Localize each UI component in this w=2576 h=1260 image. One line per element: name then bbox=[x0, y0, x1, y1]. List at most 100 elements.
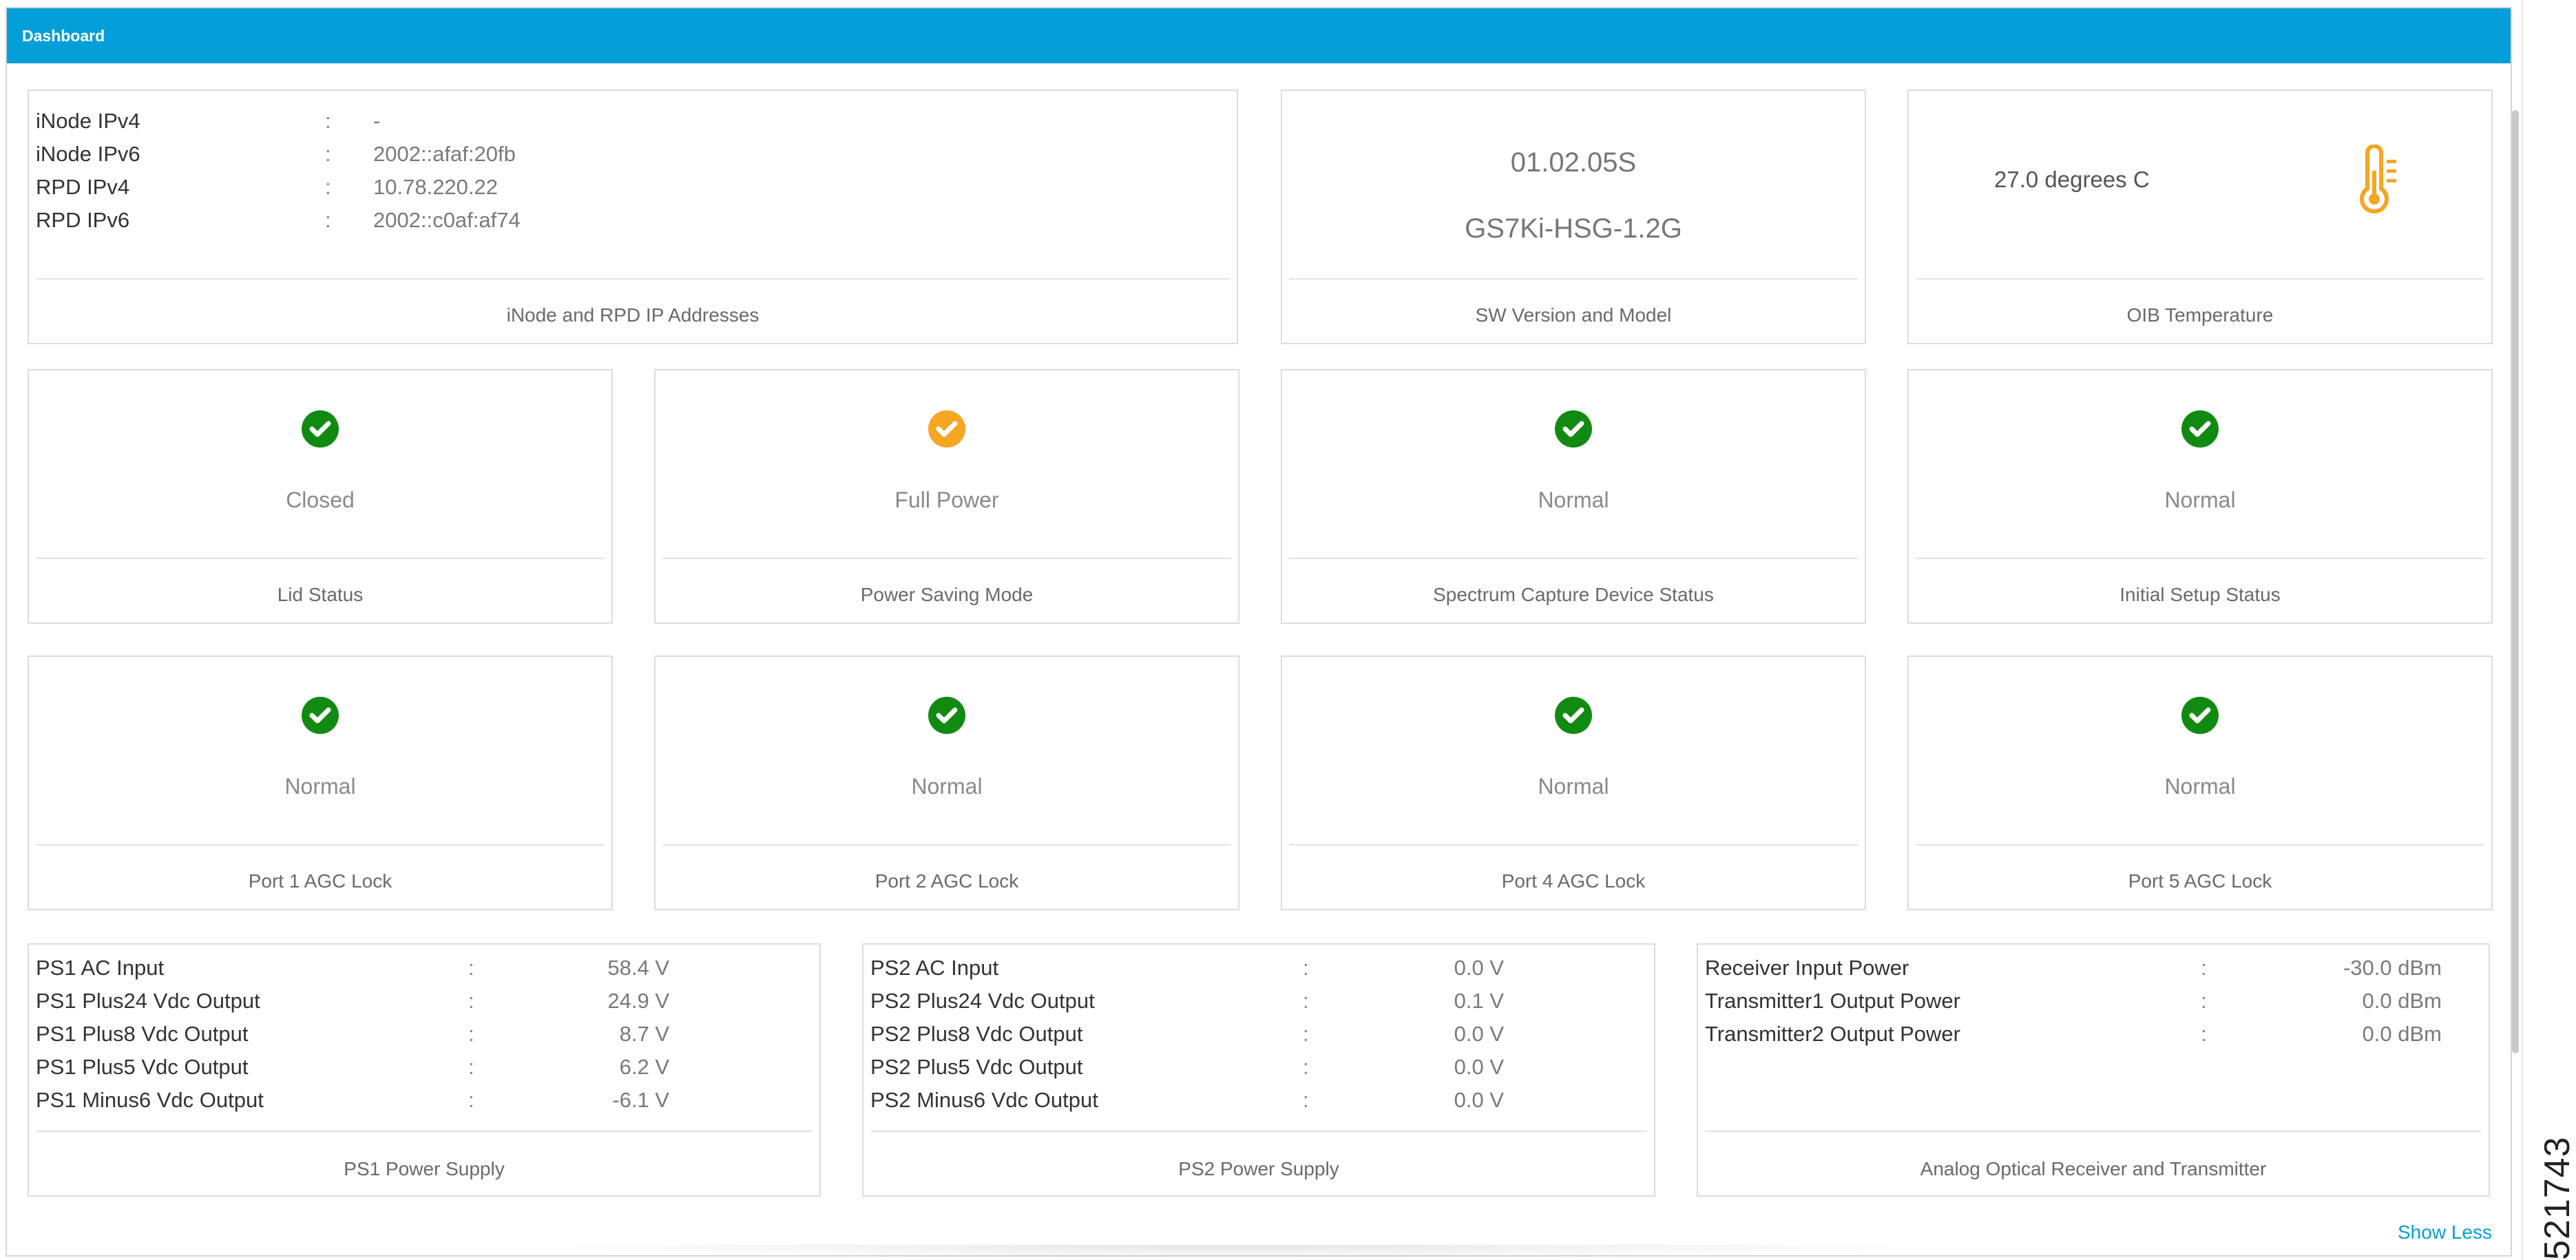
check-circle-icon bbox=[2181, 697, 2219, 734]
card-caption: Port 2 AGC Lock bbox=[875, 870, 1019, 892]
row-separator: : bbox=[1303, 1022, 1309, 1046]
card-divider bbox=[36, 1131, 813, 1132]
row-value: 0.0 V bbox=[1454, 1022, 1504, 1046]
row-separator: : bbox=[468, 1022, 474, 1046]
oib-temperature-card: 27.0 degrees C OIB Temperature bbox=[1907, 90, 2493, 344]
row-value: 0.0 dBm bbox=[2362, 1022, 2442, 1046]
row-separator: : bbox=[468, 1055, 474, 1079]
status-value: Normal bbox=[2164, 774, 2236, 799]
ps2-row: PS2 AC Input: 0.0 V bbox=[870, 952, 1642, 985]
card-caption: Spectrum Capture Device Status bbox=[1433, 584, 1714, 605]
card-caption: Port 4 AGC Lock bbox=[1501, 870, 1646, 892]
row-value: -6.1 V bbox=[612, 1088, 669, 1112]
thermometer-icon bbox=[2360, 145, 2396, 213]
check-circle-icon bbox=[928, 697, 965, 734]
card-caption: PS1 Power Supply bbox=[344, 1158, 505, 1179]
status-card: Full Power Power Saving Mode bbox=[654, 369, 1239, 624]
card-caption: SW Version and Model bbox=[1475, 304, 1672, 326]
row-label: PS2 Plus8 Vdc Output bbox=[870, 1022, 1083, 1046]
row-separator: : bbox=[1303, 956, 1309, 980]
status-card: Normal Spectrum Capture Device Status bbox=[1281, 369, 1866, 624]
ps1-row: PS1 AC Input: 58.4 V bbox=[36, 952, 807, 985]
row-label: PS2 Plus5 Vdc Output bbox=[870, 1055, 1083, 1079]
status-card: Normal Port 2 AGC Lock bbox=[654, 655, 1239, 910]
row-value: 58.4 V bbox=[607, 956, 669, 980]
card-divider bbox=[1916, 844, 2484, 846]
status-value: Normal bbox=[2164, 487, 2236, 512]
ps2-power-supply-card: PS2 AC Input: 0.0 V PS2 Plus24 Vdc Output:… bbox=[862, 943, 1655, 1197]
ip-row-separator: : bbox=[325, 109, 331, 133]
card-divider bbox=[1916, 278, 2484, 280]
card-divider bbox=[662, 844, 1231, 846]
ip-row-value: 2002::c0af:af74 bbox=[373, 208, 521, 232]
ps1-row: PS1 Plus5 Vdc Output: 6.2 V bbox=[36, 1051, 807, 1084]
row-separator: : bbox=[468, 1088, 474, 1112]
card-divider bbox=[1289, 558, 1858, 559]
row-label: Transmitter1 Output Power bbox=[1705, 989, 1960, 1013]
row-label: PS1 Minus6 Vdc Output bbox=[36, 1088, 264, 1112]
ps1-row: PS1 Plus8 Vdc Output: 8.7 V bbox=[36, 1018, 807, 1051]
check-circle-icon bbox=[1555, 410, 1592, 448]
check-circle-icon bbox=[928, 410, 965, 448]
dashboard-window: Dashboard iNode IPv4 : - iNode IPv6 : 20… bbox=[6, 7, 2512, 1257]
show-less-link[interactable]: Show Less bbox=[2398, 1221, 2492, 1243]
ip-row-separator: : bbox=[325, 175, 331, 199]
card-divider bbox=[1916, 558, 2484, 559]
ip-row-label: iNode IPv4 bbox=[36, 109, 140, 133]
card-caption: Port 5 AGC Lock bbox=[2128, 870, 2272, 892]
sw-version-card: 01.02.05S GS7Ki-HSG-1.2G SW Version and … bbox=[1281, 90, 1866, 344]
row-separator: : bbox=[2201, 1022, 2207, 1046]
check-circle-icon bbox=[1555, 697, 1592, 734]
card-caption: OIB Temperature bbox=[2126, 304, 2274, 326]
card-divider bbox=[36, 558, 605, 559]
row-separator: : bbox=[468, 956, 474, 980]
status-card: Normal Initial Setup Status bbox=[1907, 369, 2493, 624]
card-caption: Analog Optical Receiver and Transmitter bbox=[1920, 1158, 2267, 1179]
status-card: Closed Lid Status bbox=[28, 369, 613, 624]
row-value: 24.9 V bbox=[607, 989, 669, 1013]
ps1-row: PS1 Minus6 Vdc Output: -6.1 V bbox=[36, 1084, 807, 1117]
row-label: PS2 Minus6 Vdc Output bbox=[870, 1088, 1098, 1112]
ip-row: RPD IPv4 : 10.78.220.22 bbox=[36, 171, 1206, 204]
check-circle-icon bbox=[2181, 410, 2219, 448]
status-card: Normal Port 4 AGC Lock bbox=[1281, 655, 1866, 910]
optical-row: Transmitter1 Output Power: 0.0 dBm bbox=[1705, 985, 2476, 1018]
row-label: PS2 Plus24 Vdc Output bbox=[870, 989, 1095, 1013]
status-value: Closed bbox=[286, 487, 355, 512]
ps2-row: PS2 Plus5 Vdc Output: 0.0 V bbox=[870, 1051, 1642, 1084]
card-caption: iNode and RPD IP Addresses bbox=[506, 304, 760, 326]
card-divider bbox=[1705, 1131, 2482, 1132]
optical-row: Transmitter2 Output Power: 0.0 dBm bbox=[1705, 1018, 2476, 1051]
ip-row-separator: : bbox=[325, 208, 331, 232]
ps1-power-supply-card: PS1 AC Input: 58.4 V PS1 Plus24 Vdc Output… bbox=[28, 943, 821, 1197]
status-card: Normal Port 1 AGC Lock bbox=[28, 655, 613, 910]
row-label: PS1 Plus24 Vdc Output bbox=[36, 989, 260, 1013]
row-label: PS1 AC Input bbox=[36, 956, 165, 980]
status-value: Normal bbox=[1538, 774, 1609, 799]
row-label: PS1 Plus5 Vdc Output bbox=[36, 1055, 249, 1079]
ip-row-value: - bbox=[373, 109, 381, 133]
vertical-scrollbar[interactable] bbox=[2512, 110, 2519, 1053]
sw-model: GS7Ki-HSG-1.2G bbox=[1465, 213, 1682, 244]
optical-row: Receiver Input Power: -30.0 dBm bbox=[1705, 952, 2476, 985]
row-label: PS2 AC Input bbox=[870, 956, 999, 980]
status-value: Full Power bbox=[894, 487, 999, 512]
ip-row-value: 10.78.220.22 bbox=[373, 175, 499, 199]
row-separator: : bbox=[1303, 1055, 1309, 1079]
sw-version: 01.02.05S bbox=[1510, 147, 1637, 178]
card-divider bbox=[36, 278, 1230, 280]
row-value: -30.0 dBm bbox=[2343, 956, 2442, 980]
check-circle-icon bbox=[302, 410, 339, 448]
dashboard-titlebar: Dashboard bbox=[7, 8, 2511, 63]
row-separator: : bbox=[468, 989, 474, 1013]
optical-card: Receiver Input Power: -30.0 dBm Transmitte… bbox=[1697, 943, 2490, 1197]
page-edge-divider bbox=[2522, 0, 2523, 1260]
check-circle-icon bbox=[302, 697, 339, 734]
row-separator: : bbox=[1303, 1088, 1309, 1112]
row-separator: : bbox=[2201, 989, 2207, 1013]
bottom-shadow bbox=[523, 1245, 1942, 1260]
ip-row-label: iNode IPv6 bbox=[36, 142, 140, 166]
row-value: 0.0 V bbox=[1454, 956, 1504, 980]
ps2-row: PS2 Plus8 Vdc Output: 0.0 V bbox=[870, 1018, 1642, 1051]
status-card: Normal Port 5 AGC Lock bbox=[1907, 655, 2493, 910]
